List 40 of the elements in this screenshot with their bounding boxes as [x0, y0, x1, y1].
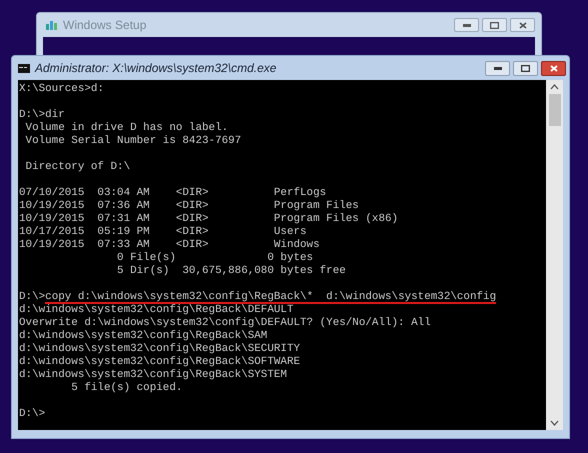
- prompt: D:\>: [19, 291, 46, 304]
- close-icon: [550, 64, 558, 72]
- console-line: 5 Dir(s) 30,675,886,080 bytes free: [116, 265, 346, 278]
- console-line: X:\Sources>d:: [19, 83, 104, 96]
- minimize-button[interactable]: [454, 18, 479, 32]
- window-title: Administrator: X:\windows\system32\cmd.exe: [35, 60, 276, 77]
- minimize-icon: [494, 66, 502, 70]
- console-line: Directory of D:\: [24, 161, 130, 174]
- console-line: 10/19/2015 07:31 AM <DIR> Program Files (x86): [19, 213, 398, 226]
- console-line: Volume in drive D has no label.: [24, 122, 228, 135]
- console-line: d:\windows\system32\config\RegBack\SOFTWARE: [19, 356, 300, 369]
- console-line: Volume Serial Number is 8423-7697: [24, 135, 242, 148]
- console-line: D:\>: [19, 408, 46, 421]
- console-line: 10/19/2015 07:33 AM <DIR> Windows: [19, 239, 320, 252]
- maximize-button[interactable]: [482, 18, 507, 32]
- window-title: Windows Setup: [63, 17, 146, 34]
- scrollbar[interactable]: [546, 80, 563, 430]
- console-line: 07/10/2015 03:04 AM <DIR> PerfLogs: [19, 187, 326, 200]
- scroll-thumb[interactable]: [548, 94, 560, 126]
- maximize-button[interactable]: [513, 60, 538, 76]
- console-line: 0 File(s) 0 bytes: [116, 252, 314, 265]
- maximize-icon: [521, 64, 530, 72]
- minimize-button[interactable]: [485, 60, 510, 76]
- console-line: Overwrite d:\windows\system32\config\DEFAULT? (Yes/No/All): All: [19, 317, 431, 330]
- close-button[interactable]: [541, 60, 566, 76]
- console-line: d:\windows\system32\config\RegBack\SAM: [19, 330, 268, 343]
- close-icon: [518, 22, 526, 28]
- command-text: copy d:\windows\system32\config\RegBack\* d:\windows\system32\config: [45, 291, 496, 304]
- console-line: d:\windows\system32\config\RegBack\SYSTEM: [19, 369, 287, 382]
- console-line: 10/17/2015 05:19 PM <DIR> Users: [19, 226, 307, 239]
- console-line: 5 file(s) copied.: [70, 382, 182, 395]
- console-line: D:\>dir: [19, 109, 65, 122]
- close-button[interactable]: [510, 18, 535, 32]
- maximize-icon: [490, 22, 499, 28]
- setup-icon: [45, 19, 59, 31]
- console-icon: [18, 64, 30, 72]
- console-line: d:\windows\system32\config\RegBack\DEFAULT: [19, 304, 294, 317]
- console-line: d:\windows\system32\config\RegBack\SECURITY: [19, 343, 300, 356]
- minimize-icon: [462, 24, 470, 26]
- console-line: 10/19/2015 07:36 AM <DIR> Program Files: [19, 200, 359, 213]
